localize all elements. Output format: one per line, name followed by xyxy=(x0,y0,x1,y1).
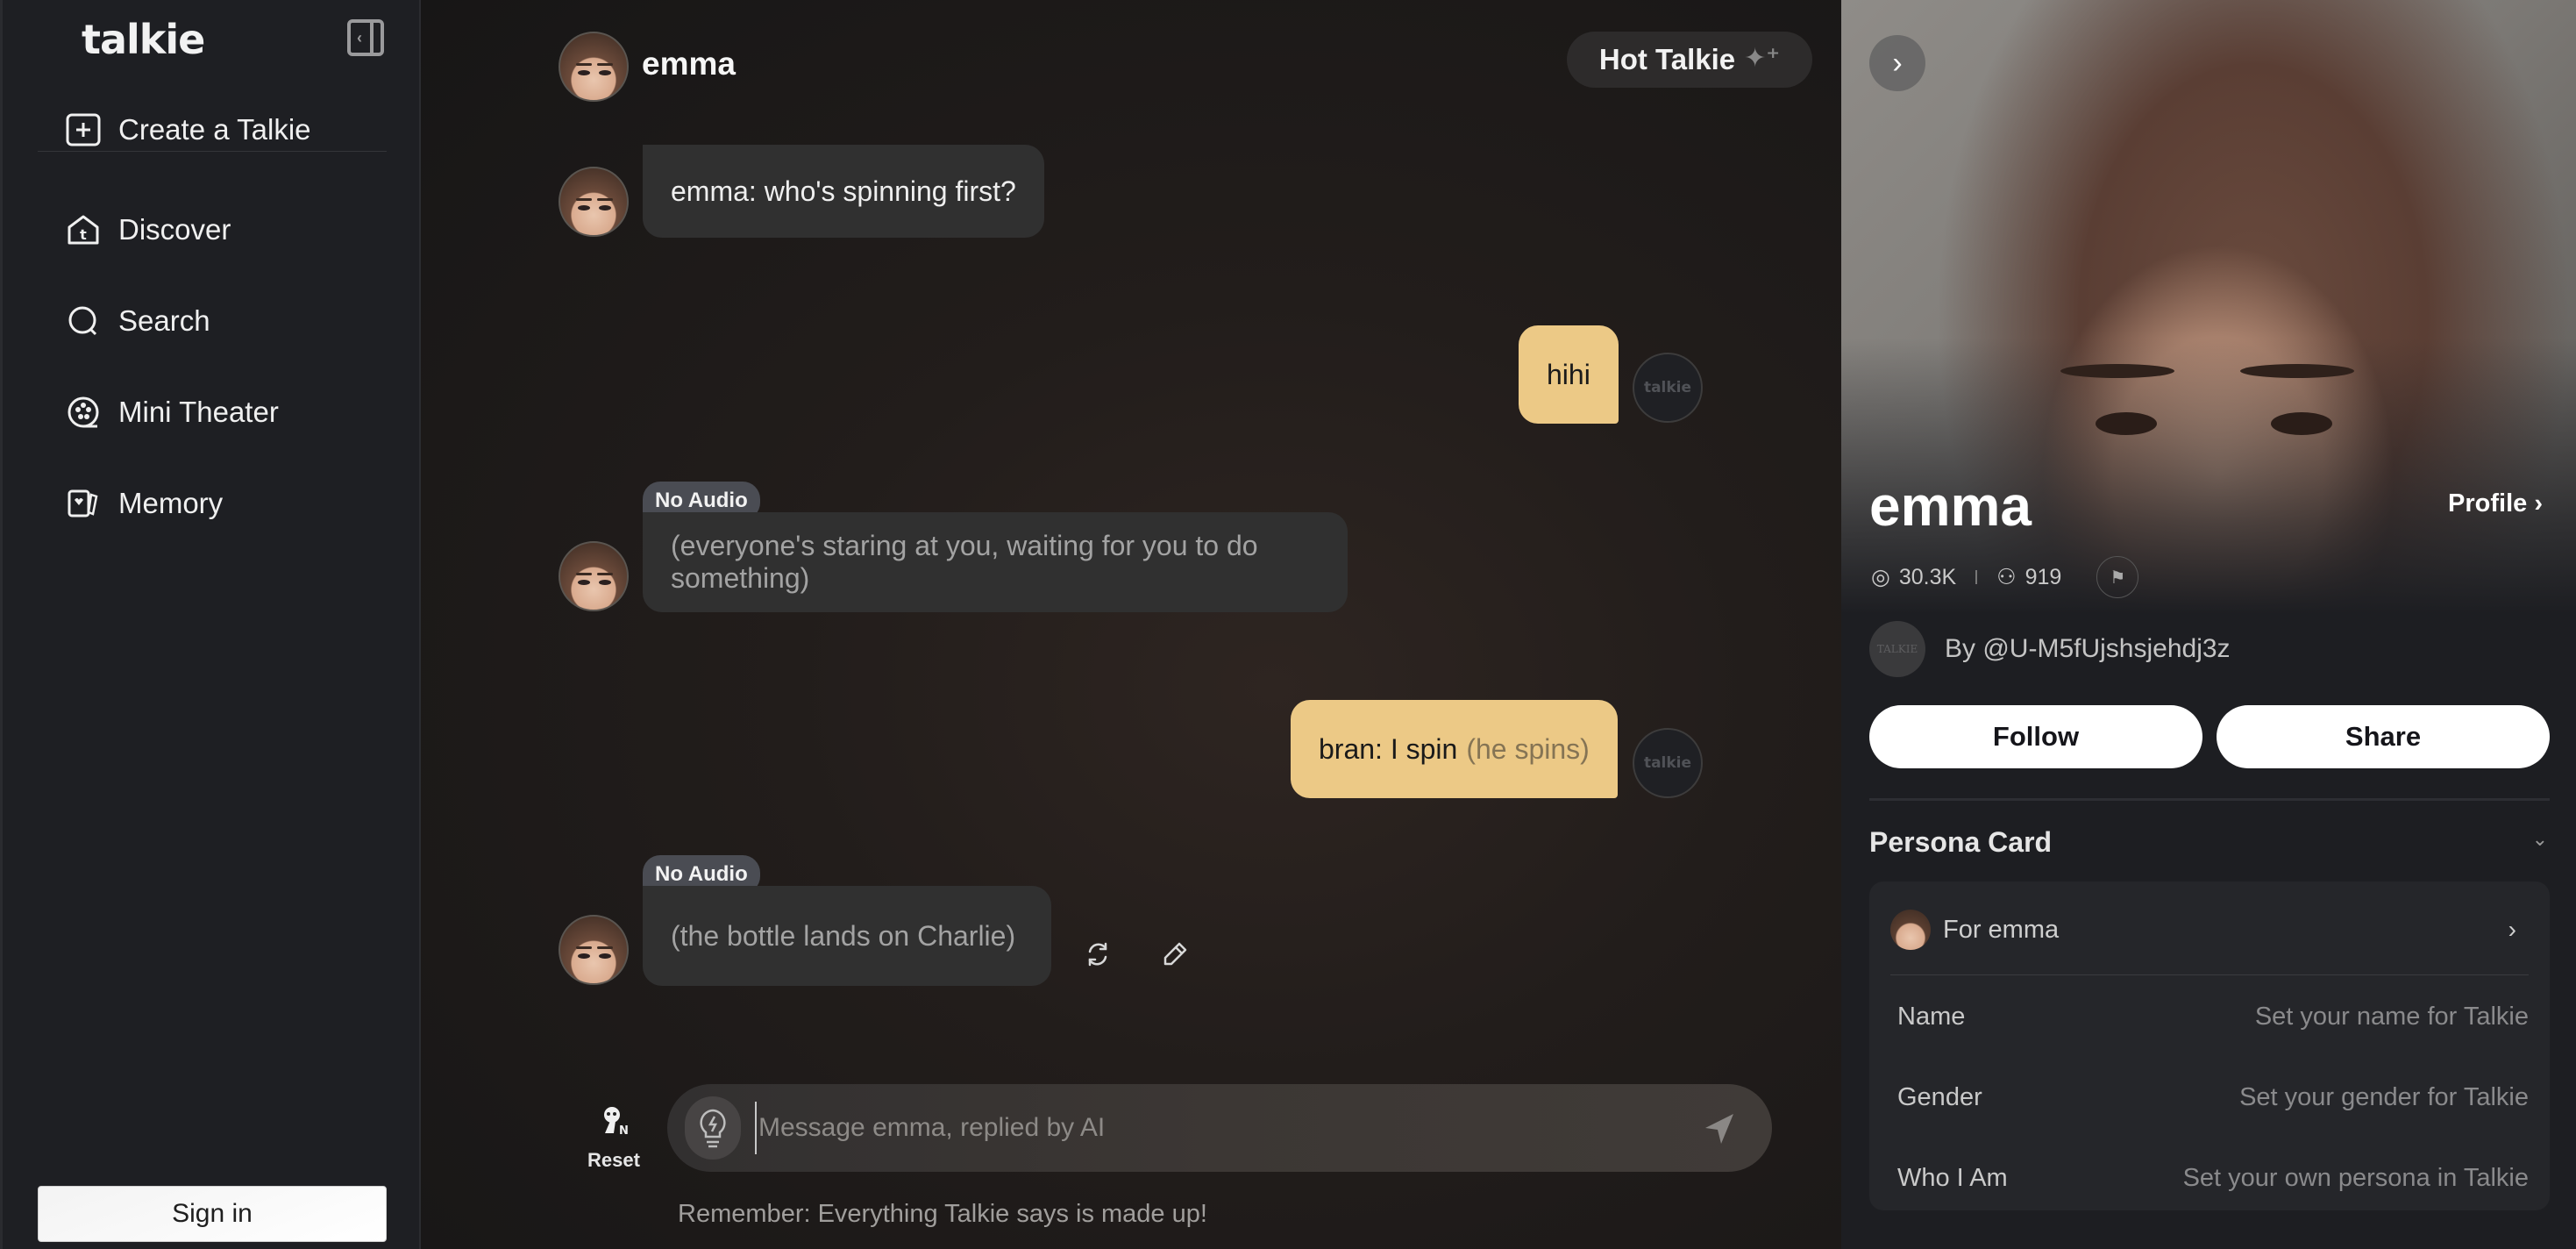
message-input[interactable] xyxy=(755,1102,1693,1154)
reset-button[interactable]: N Reset xyxy=(579,1103,649,1172)
sparkle-icon: ✦⁺ xyxy=(1744,43,1781,73)
plus-square-icon xyxy=(66,112,101,147)
lightbulb-icon[interactable] xyxy=(685,1096,741,1160)
ai-message: emma: who's spinning first? xyxy=(643,145,1044,238)
sidebar-item-discover[interactable]: t Discover xyxy=(66,203,231,256)
chevron-left-icon: ‹ xyxy=(357,29,362,46)
reset-icon: N xyxy=(579,1103,649,1142)
ai-message: (the bottle lands on Charlie) xyxy=(643,886,1051,986)
sidebar-item-mini-theater[interactable]: Mini Theater xyxy=(66,386,279,439)
chat-count: 30.3K xyxy=(1898,564,1957,589)
persona-value: Set your gender for Talkie xyxy=(2239,1082,2529,1111)
persona-value: Set your name for Talkie xyxy=(2254,1002,2529,1031)
sidebar-item-label: Discover xyxy=(118,213,231,246)
edit-pencil-icon[interactable] xyxy=(1157,937,1192,972)
character-avatar[interactable] xyxy=(559,167,629,237)
reset-label: Reset xyxy=(587,1149,640,1171)
persona-for-label: For emma xyxy=(1943,915,2060,944)
hot-talkie-button[interactable]: Hot Talkie ✦⁺ xyxy=(1567,32,1812,88)
report-flag-icon[interactable]: ⚑ xyxy=(2096,556,2139,598)
regenerate-icon[interactable] xyxy=(1080,937,1115,972)
persona-key: Who I Am xyxy=(1897,1163,2008,1192)
follow-button[interactable]: Follow xyxy=(1869,705,2202,768)
disclaimer: Remember: Everything Talkie says is made… xyxy=(421,1200,1841,1229)
search-icon xyxy=(66,303,101,339)
persona-card: For emma › Name Set your name for Talkie… xyxy=(1869,881,2550,1210)
persona-key: Name xyxy=(1897,1002,1966,1031)
follower-count: 919 xyxy=(2025,564,2062,589)
author-name: By @U-M5fUjshsjehdj3z xyxy=(1945,634,2231,663)
panel-divider xyxy=(1869,798,2550,801)
chevron-right-icon[interactable]: › xyxy=(1869,35,1925,91)
send-icon[interactable] xyxy=(1693,1102,1746,1154)
user-avatar[interactable]: talkie xyxy=(1633,353,1703,423)
profile-link[interactable]: Profile › xyxy=(2448,489,2543,518)
sign-in-button[interactable]: Sign in xyxy=(38,1186,387,1242)
author-link[interactable]: TALKIE By @U-M5fUjshsjehdj3z xyxy=(1869,621,2231,677)
memory-card-icon xyxy=(66,486,101,521)
followers-icon: ⚇ xyxy=(1996,565,2017,589)
stats-separator xyxy=(1975,570,1978,584)
persona-divider xyxy=(1890,974,2529,975)
chevron-right-icon: › xyxy=(2508,916,2516,943)
sidebar-item-label: Memory xyxy=(118,487,224,519)
disclaimer-text: Remember: Everything Talkie says is made… xyxy=(678,1200,1207,1228)
user-message: bran: I spin (he spins) xyxy=(1291,700,1618,798)
character-avatar[interactable] xyxy=(559,32,629,102)
user-message-text: bran: I spin xyxy=(1319,732,1458,765)
user-avatar[interactable]: talkie xyxy=(1633,728,1703,798)
share-button[interactable]: Share xyxy=(2217,705,2550,768)
sidebar-item-create-talkie[interactable]: Create a Talkie xyxy=(66,103,311,156)
home-icon: t xyxy=(66,212,101,247)
character-panel: › emma Profile › ◎ 30.3K ⚇ 919 ⚑ TALKIE … xyxy=(1841,0,2576,1249)
chevron-down-icon[interactable]: ⌄ xyxy=(2532,828,2548,851)
character-avatar[interactable] xyxy=(559,541,629,611)
persona-value: Set your own persona in Talkie xyxy=(2182,1163,2529,1192)
persona-key: Gender xyxy=(1897,1082,1982,1111)
character-mini-avatar xyxy=(1890,910,1931,950)
user-message: hihi xyxy=(1519,325,1619,424)
character-name[interactable]: emma xyxy=(642,46,736,82)
persona-row-name[interactable]: Name Set your name for Talkie xyxy=(1897,990,2529,1043)
character-title: emma xyxy=(1869,475,2032,538)
profile-label: Profile xyxy=(2448,489,2528,517)
sidebar-item-search[interactable]: Search xyxy=(66,295,210,347)
hot-talkie-label: Hot Talkie xyxy=(1598,43,1736,75)
ai-message: (everyone's staring at you, waiting for … xyxy=(643,512,1348,612)
persona-card-title: Persona Card xyxy=(1869,826,2053,858)
character-avatar[interactable] xyxy=(559,915,629,985)
message-composer xyxy=(667,1084,1772,1172)
chats-icon: ◎ xyxy=(1871,565,1890,589)
sidebar-item-label: Mini Theater xyxy=(118,396,279,428)
sidebar-item-label: Search xyxy=(118,304,210,337)
collapse-sidebar-button[interactable]: ‹ xyxy=(347,19,384,56)
user-message-text: hihi xyxy=(1547,358,1590,390)
svg-text:t: t xyxy=(80,226,87,243)
sidebar-item-memory[interactable]: Memory xyxy=(66,477,223,530)
persona-for-row[interactable]: For emma › xyxy=(1890,901,2529,959)
svg-text:N: N xyxy=(619,1124,629,1138)
persona-row-who-i-am[interactable]: Who I Am Set your own persona in Talkie xyxy=(1897,1152,2529,1204)
sidebar: talkie ‹ Create a Talkie t Discover Sear… xyxy=(0,0,421,1249)
sidebar-item-label: Create a Talkie xyxy=(118,113,311,146)
film-reel-icon xyxy=(66,395,101,430)
talkie-logo[interactable]: talkie xyxy=(82,16,205,63)
user-message-action: (he spins) xyxy=(1466,732,1590,765)
character-stats: ◎ 30.3K ⚇ 919 ⚑ xyxy=(1871,556,2139,598)
sidebar-divider xyxy=(38,151,387,152)
chat-area: emma Hot Talkie ✦⁺ emma: who's spinning … xyxy=(421,0,1841,1249)
persona-row-gender[interactable]: Gender Set your gender for Talkie xyxy=(1897,1071,2529,1124)
author-avatar: TALKIE xyxy=(1869,621,1925,677)
